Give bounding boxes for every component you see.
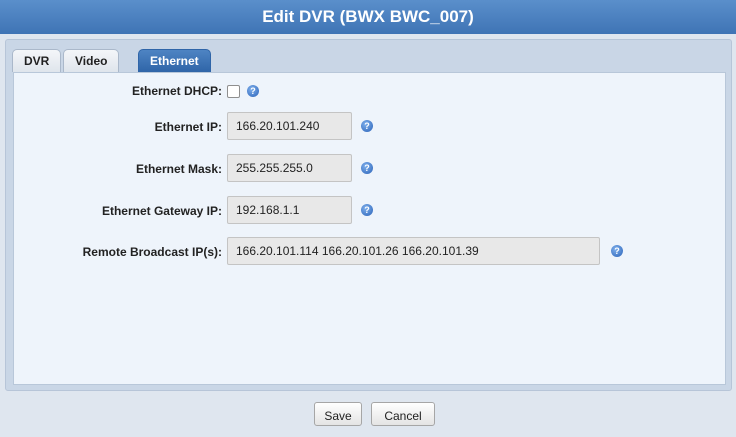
ip-label: Ethernet IP: [154,120,222,134]
dialog-panel: DVR Video Ethernet Ethernet DHCP: ? Ethe… [5,39,732,391]
dhcp-checkbox[interactable] [227,85,240,98]
help-icon[interactable]: ? [611,245,623,257]
ethernet-ip-input[interactable]: 166.20.101.240 [227,112,352,140]
ethernet-mask-input[interactable]: 255.255.255.0 [227,154,352,182]
edit-dvr-dialog: Edit DVR (BWX BWC_007) DVR Video Etherne… [0,0,736,437]
ip-row: Ethernet IP: 166.20.101.240 ? [14,112,725,142]
tab-ethernet[interactable]: Ethernet [138,49,211,72]
tab-video[interactable]: Video [63,49,120,72]
dhcp-label: Ethernet DHCP: [131,84,222,98]
broadcast-row: Remote Broadcast IP(s): 166.20.101.114 1… [14,237,725,267]
dialog-footer: Save Cancel [0,396,736,431]
remote-broadcast-input[interactable]: 166.20.101.114 166.20.101.26 166.20.101.… [227,237,600,265]
cancel-button[interactable]: Cancel [371,402,435,426]
mask-label: Ethernet Mask: [135,162,222,176]
gateway-row: Ethernet Gateway IP: 192.168.1.1 ? [14,196,725,226]
ethernet-gateway-input[interactable]: 192.168.1.1 [227,196,352,224]
broadcast-label: Remote Broadcast IP(s): [82,245,222,259]
save-button[interactable]: Save [314,402,362,426]
dhcp-row: Ethernet DHCP: ? [14,76,725,106]
help-icon[interactable]: ? [361,120,373,132]
help-icon[interactable]: ? [361,204,373,216]
help-icon[interactable]: ? [247,85,259,97]
dialog-title: Edit DVR (BWX BWC_007) [0,0,736,34]
gateway-label: Ethernet Gateway IP: [101,204,222,218]
mask-row: Ethernet Mask: 255.255.255.0 ? [14,154,725,184]
help-icon[interactable]: ? [361,162,373,174]
ethernet-settings-form: Ethernet DHCP: ? Ethernet IP: 166.20.101… [13,72,726,385]
tab-dvr[interactable]: DVR [12,49,62,72]
